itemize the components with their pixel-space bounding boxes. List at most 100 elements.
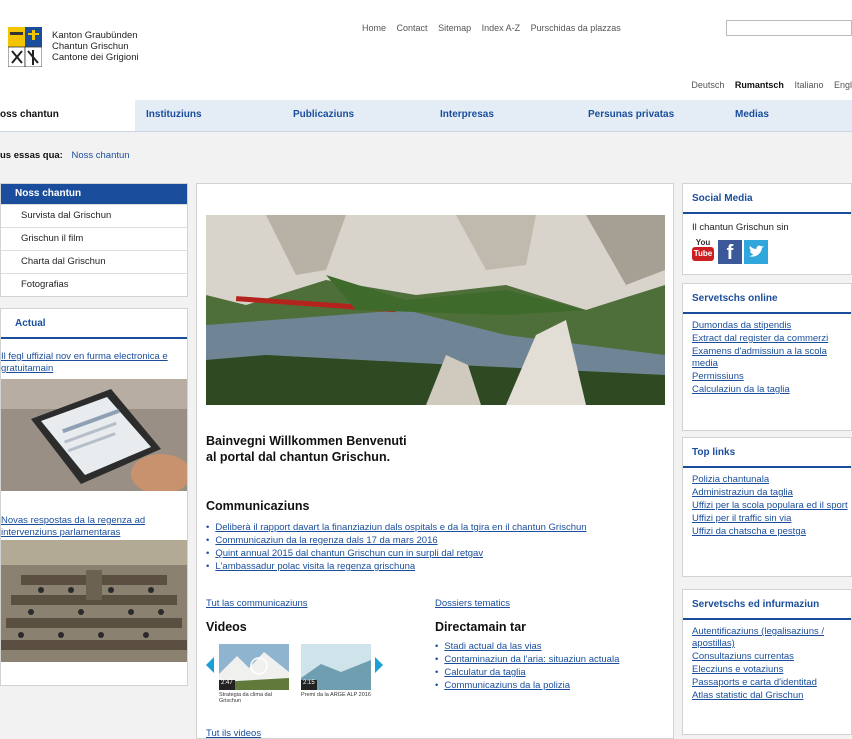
services-info-title: Servetschs ed infurmaziun	[683, 590, 851, 620]
list-item[interactable]: Communicaziuns da la polizia	[435, 679, 619, 692]
direct-link[interactable]: Communicaziuns da la polizia	[444, 680, 570, 691]
coat-of-arms-logo[interactable]	[8, 27, 42, 67]
site-header: Kanton Graubünden Chantun Grischun Canto…	[0, 0, 852, 100]
menu-item-film[interactable]: Grischun il film	[1, 227, 187, 250]
tab-noss-chantun[interactable]: oss chantun	[0, 109, 59, 120]
topnav-home[interactable]: Home	[362, 23, 386, 33]
list-item[interactable]: Stadi actual da las vias	[435, 640, 619, 653]
hero-image[interactable]	[206, 215, 665, 405]
parliament-image[interactable]	[1, 540, 187, 662]
news-link[interactable]: L'ambassadur polac visita la regenza gri…	[215, 561, 415, 572]
menu-item-survista[interactable]: Survista dal Grischun	[1, 204, 187, 227]
topnav-sitemap[interactable]: Sitemap	[438, 23, 471, 33]
social-media-box: Social Media Il chantun Grischun sin You…	[682, 183, 852, 275]
news-list: Deliberà il rapport davart la finanziazi…	[206, 521, 587, 573]
main-content: Bainvegni Willkommen Benvenuti al portal…	[196, 183, 674, 739]
services-online-title: Servetschs online	[683, 284, 851, 314]
lang-italiano[interactable]: Italiano	[794, 80, 823, 90]
service-link[interactable]: Dumondas da stipendis	[692, 320, 851, 332]
service-link[interactable]: Examens d'admissiun a la scola media	[692, 346, 851, 370]
actual-title: Actual	[1, 309, 187, 339]
services-info-box: Servetschs ed infurmaziun Autentificaziu…	[682, 589, 852, 735]
list-item[interactable]: Communicaziun da la regenza dals 17 da m…	[206, 534, 587, 547]
youtube-icon-bottom: Tube	[692, 247, 714, 261]
lang-english[interactable]: Engl	[834, 80, 852, 90]
list-item[interactable]: Deliberà il rapport davart la finanziazi…	[206, 521, 586, 534]
direct-link[interactable]: Stadi actual da las vias	[444, 641, 541, 652]
all-communications-link[interactable]: Tut las communicaziuns	[206, 598, 308, 609]
videos-heading: Videos	[206, 620, 247, 634]
video-caption: Premi da la ARGE ALP 2016	[301, 692, 371, 698]
left-menu-head[interactable]: Noss chantun	[1, 184, 187, 204]
welcome-line-1: Bainvegni Willkommen Benvenuti	[206, 434, 407, 448]
tab-persunas-privatas[interactable]: Persunas privatas	[588, 109, 674, 120]
breadcrumb-current[interactable]: Noss chantun	[71, 150, 129, 161]
facebook-icon[interactable]: f	[718, 240, 742, 264]
top-link[interactable]: Uffizi da chatscha e pestga	[692, 526, 851, 538]
breadcrumb: us essas qua: Noss chantun	[0, 150, 130, 161]
topnav-jobs[interactable]: Purschidas da plazzas	[531, 23, 621, 33]
info-link[interactable]: Passaports e carta d'identitad	[692, 677, 851, 689]
info-link[interactable]: Consultaziuns currentas	[692, 651, 851, 663]
tab-medias[interactable]: Medias	[735, 109, 769, 120]
topnav-index[interactable]: Index A-Z	[482, 23, 521, 33]
service-link[interactable]: Calculaziun da la taglia	[692, 384, 851, 396]
welcome-line-2: al portal dal chantun Grischun.	[206, 450, 391, 464]
service-link[interactable]: Extract dal register da commerzi	[692, 333, 851, 345]
list-item[interactable]: L'ambassadur polac visita la regenza gri…	[206, 560, 587, 573]
services-online-list: Dumondas da stipendis Extract dal regist…	[683, 314, 851, 396]
direct-heading: Directamain tar	[435, 620, 527, 634]
canton-name-de: Kanton Graubünden	[52, 30, 138, 41]
services-info-list: Autentificaziuns (legalisaziuns / aposti…	[683, 620, 851, 702]
list-item[interactable]: Calculatur da taglia	[435, 666, 619, 679]
tab-publicaziuns[interactable]: Publicaziuns	[293, 109, 354, 120]
top-link[interactable]: Uffizi per la scola populara ed il sport	[692, 500, 851, 512]
top-links-list: Polizia chantunala Administraziun da tag…	[683, 468, 851, 538]
video-prev-arrow-icon[interactable]	[206, 657, 214, 673]
direct-link[interactable]: Contaminaziun da l'aria: situaziun actua…	[444, 654, 619, 665]
search-input[interactable]	[726, 20, 852, 36]
video-next-arrow-icon[interactable]	[375, 657, 383, 673]
news-link[interactable]: Communicaziun da la regenza dals 17 da m…	[215, 535, 437, 546]
info-link[interactable]: Elecziuns e votaziuns	[692, 664, 851, 676]
top-link[interactable]: Uffizi per il traffic sin via	[692, 513, 851, 525]
all-videos-link[interactable]: Tut ils videos	[206, 728, 261, 739]
tab-interpresas[interactable]: Interpresas	[440, 109, 494, 120]
news-sidebar: Actual Il fegl uffizial nov en furma ele…	[0, 308, 188, 686]
youtube-icon-top: You	[695, 238, 711, 247]
tab-instituziuns[interactable]: Instituziuns	[146, 109, 202, 120]
dossiers-link[interactable]: Dossiers tematics	[435, 598, 510, 609]
social-media-title: Social Media	[683, 184, 851, 214]
top-link[interactable]: Polizia chantunala	[692, 474, 851, 486]
video-duration: 2:15	[303, 680, 315, 686]
video-duration: 2:47	[221, 680, 233, 686]
menu-item-fotografias[interactable]: Fotografias	[1, 273, 187, 296]
youtube-icon[interactable]: You Tube	[692, 238, 714, 264]
top-link[interactable]: Administraziun da taglia	[692, 487, 851, 499]
canton-name-it: Cantone dei Grigioni	[52, 52, 139, 63]
social-media-text: Il chantun Grischun sin	[692, 222, 789, 233]
actual-link-gazette[interactable]: Il fegl uffizial nov en furma electronic…	[1, 351, 181, 375]
lang-rumantsch[interactable]: Rumantsch	[735, 80, 784, 90]
phone-gazette-image[interactable]	[1, 379, 187, 491]
info-link[interactable]: Atlas statistic dal Grischun	[692, 690, 851, 702]
lang-deutsch[interactable]: Deutsch	[691, 80, 724, 90]
list-item[interactable]: Contaminaziun da l'aria: situaziun actua…	[435, 653, 619, 666]
top-links-title: Top links	[683, 438, 851, 468]
communications-heading: Communicaziuns	[206, 499, 310, 513]
video-caption: Strategia da clima dal Grischun	[219, 692, 272, 704]
canton-name-rm: Chantun Grischun	[52, 41, 129, 52]
news-link[interactable]: Deliberà il rapport davart la finanziazi…	[215, 522, 586, 533]
topnav-contact[interactable]: Contact	[397, 23, 428, 33]
news-link[interactable]: Quint annual 2015 dal chantun Grischun c…	[215, 548, 483, 559]
welcome-heading: Bainvegni Willkommen Benvenuti al portal…	[206, 433, 407, 465]
direct-link[interactable]: Calculatur da taglia	[444, 667, 525, 678]
menu-item-charta[interactable]: Charta dal Grischun	[1, 250, 187, 273]
list-item[interactable]: Quint annual 2015 dal chantun Grischun c…	[206, 547, 587, 560]
service-link[interactable]: Permissiuns	[692, 371, 851, 383]
canton-name: Kanton Graubünden Chantun Grischun Canto…	[52, 30, 139, 63]
actual-link-government[interactable]: Novas respostas da la regenza ad interve…	[1, 515, 185, 539]
twitter-icon[interactable]	[744, 240, 768, 264]
direct-links-list: Stadi actual da las vias Contaminaziun d…	[435, 640, 619, 692]
info-link[interactable]: Autentificaziuns (legalisaziuns / aposti…	[692, 626, 851, 650]
